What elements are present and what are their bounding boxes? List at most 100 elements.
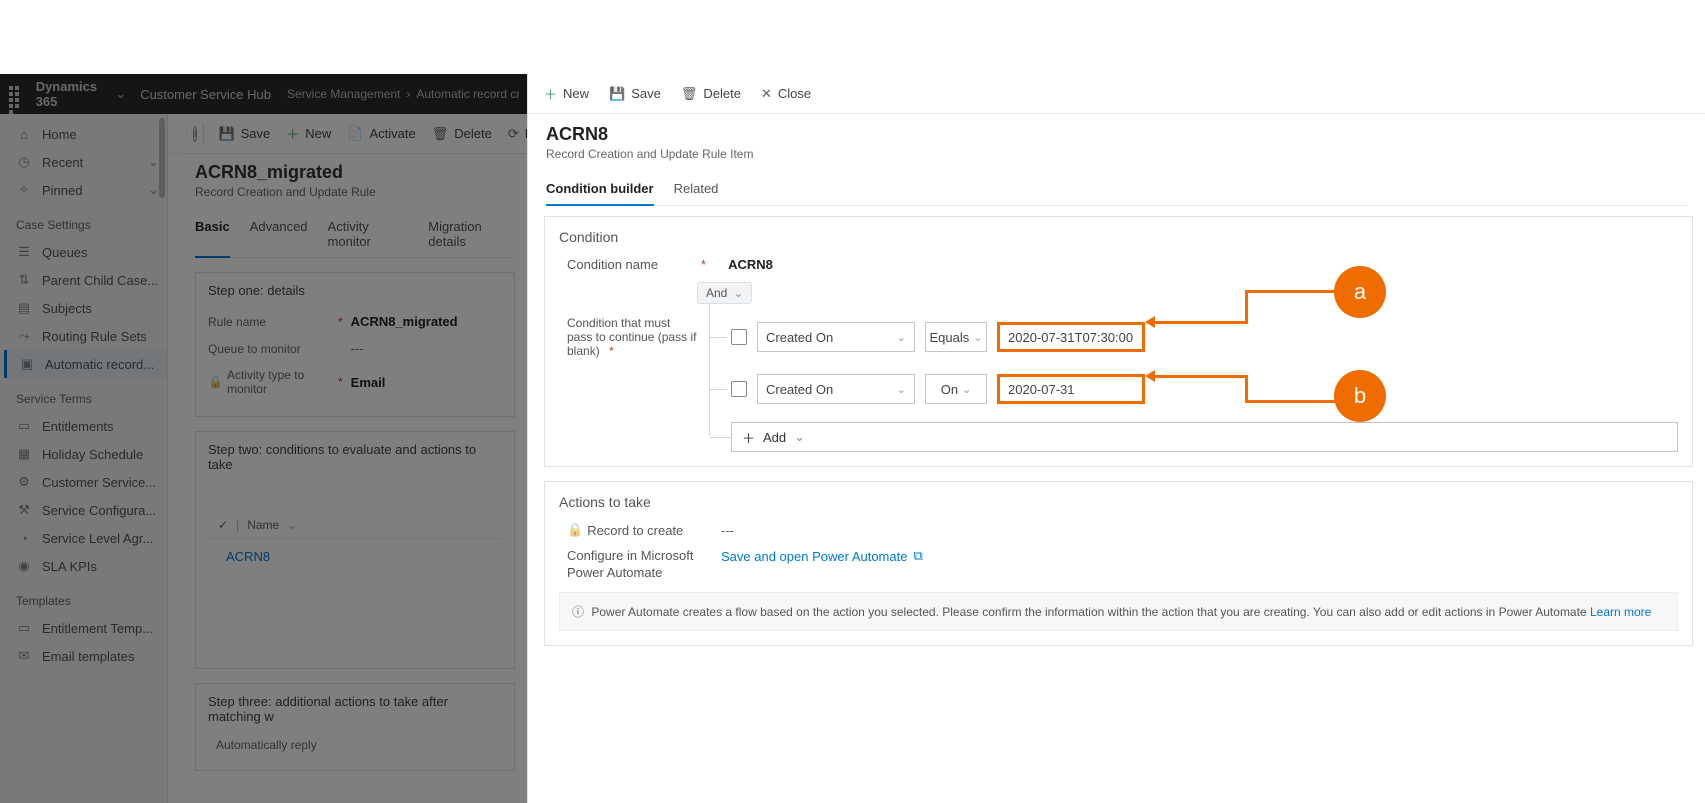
add-condition-button[interactable]: ＋ Add ⌄	[731, 422, 1678, 452]
operator-dropdown[interactable]: On⌄	[925, 374, 987, 404]
field-value[interactable]: ---	[351, 341, 364, 356]
tab-migration-details[interactable]: Migration details	[428, 213, 515, 257]
activate-button[interactable]: 📄Activate	[339, 119, 423, 149]
field-value[interactable]: Email	[351, 375, 386, 390]
sidebar-item-sla-kpi[interactable]: ◉SLA KPIs	[4, 552, 167, 580]
tab-activity-monitor[interactable]: Activity monitor	[328, 213, 409, 257]
sidebar-item-home[interactable]: ⌂Home	[4, 120, 167, 148]
sidebar-item-label: Queues	[42, 245, 88, 260]
tab-advanced[interactable]: Advanced	[250, 213, 308, 257]
save-button[interactable]: 💾Save	[210, 119, 278, 149]
new-button[interactable]: ＋New	[534, 79, 599, 109]
chevron-down-icon: ⌄	[973, 331, 982, 344]
field-activity: 🔒Activity type to monitor * Email	[208, 362, 502, 402]
learn-more-link[interactable]: Learn more	[1590, 605, 1651, 619]
tab-condition-builder[interactable]: Condition builder	[546, 175, 654, 206]
tab-related[interactable]: Related	[674, 175, 719, 205]
attribute-dropdown[interactable]: Created On⌄	[757, 322, 915, 352]
cmd-label: Save	[631, 86, 661, 101]
sidebar-item-recent[interactable]: ◷Recent⌄	[4, 148, 167, 176]
sidebar-item-parent-child[interactable]: ⇅ Parent Child Case...	[4, 266, 167, 294]
sidebar-item-customer-service[interactable]: ⚙Customer Service...	[4, 468, 167, 496]
breadcrumb-item[interactable]: Service Management	[287, 87, 400, 101]
sidebar-item-queues[interactable]: ☰ Queues	[4, 238, 167, 266]
record-command-bar: i 💾Save ＋New 📄Activate 🗑Delete ⟳Refr	[187, 114, 527, 154]
condition-section: Condition Condition name * ACRN8 Conditi…	[544, 216, 1693, 467]
tree-icon: ⇅	[16, 272, 32, 288]
chevron-down-icon: ⌄	[897, 383, 906, 396]
home-icon: ⌂	[16, 127, 32, 142]
delete-button[interactable]: 🗑 Delete	[671, 79, 751, 109]
grid-row[interactable]: ACRN8	[208, 539, 502, 574]
row-checkbox[interactable]	[731, 381, 747, 397]
sidebar-item-ent-temp[interactable]: ▭Entitlement Temp...	[4, 614, 167, 642]
chevron-right-icon: ›	[406, 87, 410, 101]
sidebar-item-automatic-record[interactable]: ▣Automatic record...	[4, 350, 167, 378]
chevron-down-icon[interactable]: ⌄	[287, 518, 297, 532]
sidebar-item-label: Parent Child Case...	[42, 273, 158, 288]
link-label: Save and open Power Automate	[721, 549, 907, 564]
app-launcher-icon[interactable]	[8, 85, 24, 103]
close-button[interactable]: ✕Close	[751, 79, 821, 109]
global-nav: Dynamics 365 ⌄ Customer Service Hub Serv…	[0, 74, 527, 114]
panel-subtitle: Record Creation and Update Rule Item	[546, 147, 1687, 161]
row-checkbox[interactable]	[731, 329, 747, 345]
field-value[interactable]: ---	[721, 523, 734, 538]
save-open-power-automate-link[interactable]: Save and open Power Automate ⧉	[721, 548, 923, 564]
attribute-dropdown[interactable]: Created On⌄	[757, 374, 915, 404]
column-label[interactable]: Name	[247, 518, 279, 532]
routing-icon: ⤳	[16, 328, 32, 344]
dropdown-value: On	[941, 382, 958, 397]
sidebar-item-email-temp[interactable]: ✉Email templates	[4, 642, 167, 670]
info-icon[interactable]: i	[193, 126, 197, 142]
sidebar-item-entitlements[interactable]: ▭Entitlements	[4, 412, 167, 440]
and-operator-chip[interactable]: And ⌄	[697, 282, 752, 304]
field-value[interactable]: ACRN8	[728, 257, 773, 272]
dropdown-value: Created On	[766, 330, 833, 345]
scrollbar-thumb[interactable]	[159, 118, 165, 198]
cmd-label: Delete	[703, 86, 741, 101]
auto-icon: ▣	[19, 356, 35, 372]
sidebar-item-label: Routing Rule Sets	[42, 329, 147, 344]
cmd-label: Close	[778, 86, 811, 101]
sidebar-heading: Case Settings	[4, 204, 167, 238]
sidebar-item-subjects[interactable]: ▤Subjects	[4, 294, 167, 322]
lock-icon: 🔒	[567, 522, 583, 538]
value-input[interactable]	[997, 322, 1145, 352]
builder-tree: And ⌄ Created On⌄ Equals⌄ Cr	[697, 282, 1678, 452]
plus-icon: ＋	[286, 124, 299, 143]
field-label: 🔒Activity type to monitor	[208, 368, 338, 396]
hub-label[interactable]: Customer Service Hub	[140, 87, 271, 102]
sidebar-item-holiday[interactable]: ▦Holiday Schedule	[4, 440, 167, 468]
brand-label[interactable]: Dynamics 365	[36, 79, 112, 109]
sidebar-item-service-config[interactable]: ⚒Service Configura...	[4, 496, 167, 524]
field-value[interactable]: ACRN8_migrated	[351, 314, 458, 329]
trash-icon: 🗑	[681, 86, 698, 102]
add-label: Add	[763, 430, 786, 445]
sla-icon: ◔	[16, 531, 32, 546]
config-icon: ⚒	[16, 502, 32, 518]
calendar-icon: ▦	[16, 446, 32, 462]
value-input[interactable]	[997, 374, 1145, 404]
check-icon[interactable]: ✓	[218, 518, 228, 532]
save-button[interactable]: 💾Save	[599, 79, 671, 109]
sidebar-item-sla-agr[interactable]: ◔Service Level Agr...	[4, 524, 167, 552]
new-button[interactable]: ＋New	[278, 119, 339, 149]
activate-icon: 📄	[347, 126, 363, 142]
operator-dropdown[interactable]: Equals⌄	[925, 322, 987, 352]
queue-icon: ☰	[16, 244, 32, 260]
sidebar-item-label: Entitlements	[42, 419, 114, 434]
chevron-down-icon[interactable]: ⌄	[115, 86, 126, 102]
sidebar-item-routing[interactable]: ⤳ Routing Rule Sets	[4, 322, 167, 350]
tab-basic[interactable]: Basic	[195, 213, 230, 258]
mail-icon: ✉	[16, 648, 32, 664]
section-title: Actions to take	[559, 494, 1678, 510]
breadcrumb-item[interactable]: Automatic record creation	[416, 87, 519, 101]
pin-icon: ✧	[16, 182, 32, 198]
sidebar-item-pinned[interactable]: ✧Pinned⌄	[4, 176, 167, 204]
delete-button[interactable]: 🗑Delete	[424, 119, 500, 149]
step-one-card: Step one: details Rule name * ACRN8_migr…	[195, 272, 515, 417]
subjects-icon: ▤	[16, 300, 32, 316]
panel-title: ACRN8	[546, 124, 1687, 145]
panel-header: ACRN8 Record Creation and Update Rule It…	[528, 114, 1705, 206]
